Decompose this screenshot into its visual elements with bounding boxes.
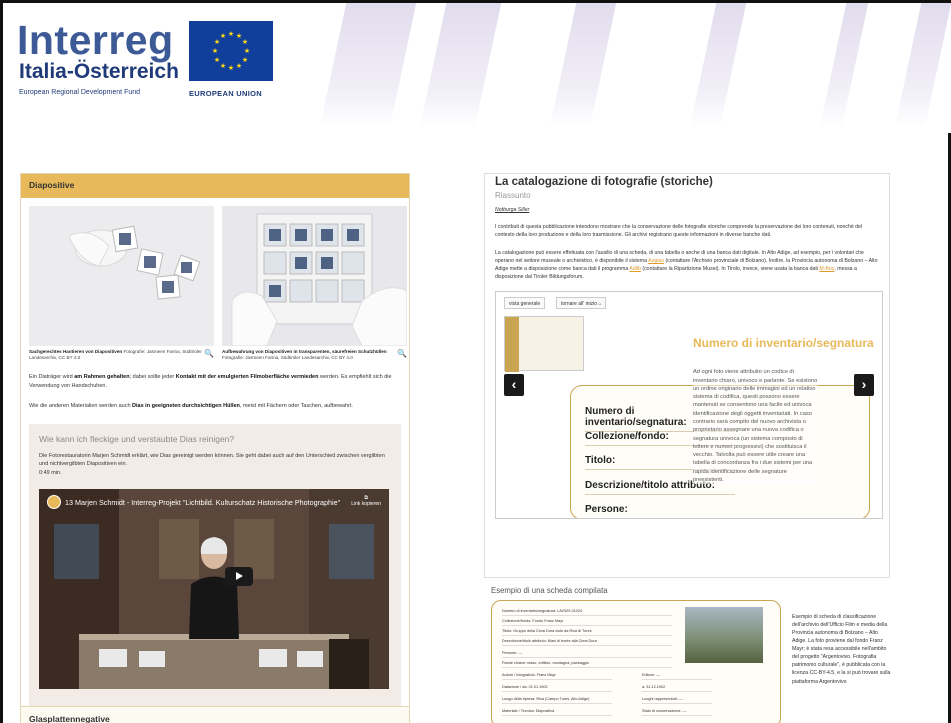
svg-text:★: ★ bbox=[228, 64, 234, 72]
svg-text:★: ★ bbox=[220, 32, 226, 40]
slide-description: Ad ogni foto viene attribuito un codice … bbox=[693, 368, 818, 485]
video-duration: 0:49 min. bbox=[39, 469, 62, 476]
eu-flag-icon: ★ ★ ★ ★ ★ ★ ★ ★ ★ ★ ★ ★ bbox=[189, 21, 273, 81]
example-photo[interactable] bbox=[685, 607, 763, 663]
photo-row: Sachgerechtes Hantieren von Diapositiven… bbox=[21, 198, 409, 361]
photo-card: Aufbewahrung von Diapositiven in transpa… bbox=[222, 206, 407, 361]
video-description: Die Fotorestauratorin Marjen Schmidt erk… bbox=[39, 453, 385, 476]
video-title[interactable]: 13 Marjen Schmidt - Interreg-Projekt "Li… bbox=[65, 498, 340, 507]
photo-card: Sachgerechtes Hantieren von Diapositiven… bbox=[29, 206, 214, 361]
adlib-link[interactable]: Adlib bbox=[629, 266, 641, 272]
decor-stripe bbox=[689, 3, 747, 128]
photo-caption: Aufbewahrung von Diapositiven in transpa… bbox=[222, 349, 407, 361]
decor-stripe bbox=[319, 3, 417, 128]
example-row: Datazione / da: 01.01.1902 bbox=[502, 685, 612, 692]
example-row: Materiale / Tecnica: Diapositiva bbox=[502, 709, 612, 716]
decor-stripe bbox=[419, 3, 502, 128]
example-side-caption: Esempio di scheda di classificazione del… bbox=[792, 614, 891, 685]
svg-text:★: ★ bbox=[236, 62, 242, 70]
tab-back-to-start[interactable]: tornare all' inizio ⌂ bbox=[556, 297, 607, 310]
catalog-slider: vista generale tornare all' inizio ⌂ Num… bbox=[495, 291, 883, 520]
svg-text:★: ★ bbox=[214, 56, 220, 64]
example-row: Numero di inventario/segnatura: LAV329-0… bbox=[502, 609, 672, 616]
program-name: Italia-Österreich bbox=[19, 60, 179, 83]
next-slide-button[interactable]: › bbox=[854, 374, 874, 397]
copy-link-button[interactable]: ⧉ Link kopieren bbox=[351, 495, 381, 507]
article-paragraph: La catalogazione può essere effettuata c… bbox=[495, 250, 878, 281]
svg-text:★: ★ bbox=[212, 47, 218, 55]
video-box: Wie kann ich fleckige und verstaubte Dia… bbox=[29, 424, 401, 723]
article-title: La catalogazione di fotografie (storiche… bbox=[495, 176, 713, 188]
zoom-icon[interactable]: 🔍 bbox=[204, 349, 214, 360]
example-row: Luoghi rappresentati: — bbox=[642, 697, 712, 704]
diapositive-panel: Diapositive Sachgerechtes Hantieren von … bbox=[20, 173, 410, 723]
example-row: Luogo della ripresa: Riva (Campo Tures, … bbox=[502, 697, 612, 704]
article-panel: La catalogazione di fotografie (storiche… bbox=[484, 173, 890, 578]
paragraph-handling: Ein Diaträger wird am Rahmen gehalten; d… bbox=[29, 374, 392, 389]
svg-text:★: ★ bbox=[242, 56, 248, 64]
example-row: Titolo: Gruppo della Cima Dura visto da … bbox=[502, 629, 672, 636]
photo-slides-storage[interactable] bbox=[222, 206, 407, 346]
decor-stripe bbox=[819, 3, 869, 128]
site-header: Interreg Italia-Österreich European Regi… bbox=[3, 3, 951, 133]
svg-text:★: ★ bbox=[220, 62, 226, 70]
example-row: Editore: — bbox=[642, 673, 712, 680]
photo-caption: Sachgerechtes Hantieren von Diapositiven… bbox=[29, 349, 214, 361]
slide-heading: Numero di inventario/segnatura bbox=[693, 336, 874, 351]
photo-slides-handling[interactable] bbox=[29, 206, 214, 346]
interreg-logo-text[interactable]: Interreg bbox=[17, 17, 174, 64]
zoom-icon[interactable]: 🔍 bbox=[397, 349, 407, 360]
home-icon: ⌂ bbox=[598, 301, 602, 308]
example-row: Descrizione/titolo attributo: Masi di fr… bbox=[502, 639, 672, 646]
prev-slide-button[interactable]: ‹ bbox=[504, 374, 524, 397]
field-label: Persone: bbox=[585, 504, 735, 518]
fund-label: European Regional Development Fund bbox=[19, 89, 141, 96]
decor-stripe bbox=[549, 3, 617, 128]
example-row: Stato di conservazione: — bbox=[642, 709, 712, 716]
video-box-title: Wie kann ich fleckige und verstaubte Dia… bbox=[39, 434, 235, 445]
tab-overview[interactable]: vista generale bbox=[504, 297, 546, 310]
play-button[interactable] bbox=[225, 566, 253, 586]
card-thumbnail[interactable] bbox=[504, 316, 584, 373]
example-row: a: 31.12.1902 bbox=[642, 685, 712, 692]
augias-link[interactable]: Augias bbox=[648, 258, 664, 264]
svg-text:★: ★ bbox=[228, 30, 234, 38]
mbox-link[interactable]: M-Box bbox=[819, 266, 834, 272]
example-row: Parole chiave: maso, edificio, montagna,… bbox=[502, 661, 672, 668]
section-title-diapositive: Diapositive bbox=[21, 174, 409, 198]
svg-text:★: ★ bbox=[244, 47, 250, 55]
channel-avatar[interactable] bbox=[47, 494, 61, 509]
svg-text:★: ★ bbox=[242, 38, 248, 46]
decor-stripe bbox=[894, 3, 951, 128]
paragraph-storage: Wie die anderen Materialien werden auch … bbox=[29, 402, 353, 409]
article-subtitle: Riassunto bbox=[495, 191, 531, 200]
author-link[interactable]: Notburga Siller bbox=[495, 207, 879, 213]
eu-label: EUROPEAN UNION bbox=[189, 89, 262, 98]
example-row: Autore / fotografo/a: Franz Mayr bbox=[502, 673, 612, 680]
example-title: Esempio di una scheda compilata bbox=[491, 586, 608, 595]
example-card[interactable]: Numero di inventario/segnatura: LAV329-0… bbox=[491, 600, 781, 723]
example-row: Persone: — bbox=[502, 651, 672, 658]
article-paragraph: I contributi di questa pubblicazione int… bbox=[495, 224, 863, 239]
section-title-glasplattennegative: Glasplattennegative bbox=[21, 706, 409, 723]
video-player[interactable]: 13 Marjen Schmidt - Interreg-Projekt "Li… bbox=[39, 488, 389, 689]
example-row: Collezione/fondo: Fondo Franz Mayr bbox=[502, 619, 672, 626]
